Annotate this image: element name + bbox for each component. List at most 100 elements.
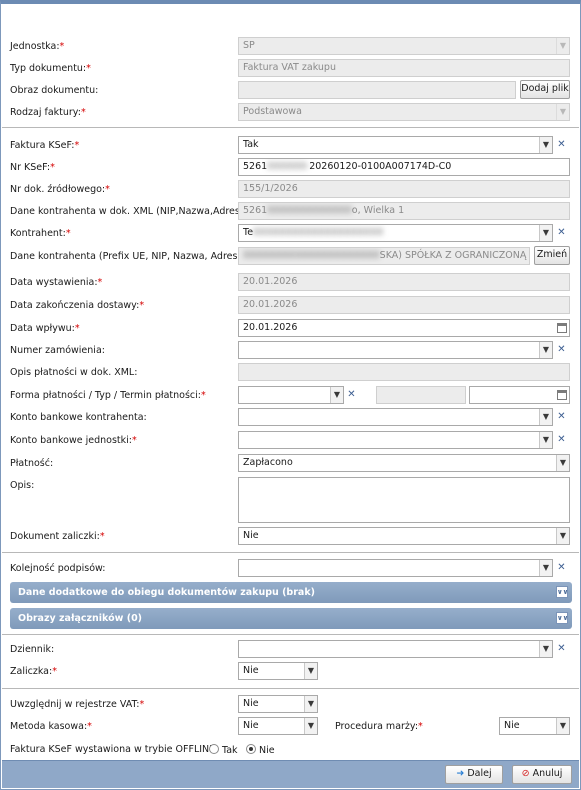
clear-x-icon[interactable]: ✕ [555,560,568,576]
radio-nie[interactable]: Nie [246,744,275,756]
rodzaj-faktury-value: Podstawowa [243,106,302,117]
row-rejestr-vat: Uwzględnij w rejestrze VAT:* Nie ▼ [10,695,572,715]
metoda-kasowa-label: Metoda kasowa: [10,721,88,732]
kolejnosc-podpisow-select[interactable]: ▼ [238,559,553,577]
required-mark: * [200,390,206,401]
forma-platnosci-label: Forma płatności / Typ / Termin płatności… [10,390,201,401]
row-dane-kontrahenta-xml: Dane kontrahenta w dok. XML (NIP,Nazwa,A… [10,202,572,222]
section-obrazy-zalacznikow[interactable]: Obrazy załączników (0) ∨∨ [10,608,572,629]
divider [2,127,579,128]
clear-x-icon[interactable]: ✕ [555,225,568,241]
procedura-marzy-value: Nie [504,720,520,731]
expand-chevron-icon[interactable]: ∨∨ [556,586,568,598]
offline-label: Faktura KSeF wystawiona w trybie OFFLINE… [10,744,219,755]
chevron-down-icon[interactable]: ▼ [304,663,317,679]
chevron-down-icon[interactable]: ▼ [539,409,552,425]
radio-tak[interactable]: Tak [209,744,238,756]
required-mark: * [50,162,55,173]
row-dane-kontrahenta-prefix: Dane kontrahenta (Prefix UE, NIP, Nazwa,… [10,246,572,267]
clear-x-icon[interactable]: ✕ [555,342,568,358]
clear-x-icon[interactable]: ✕ [555,432,568,448]
zaliczka-label: Zaliczka: [10,666,53,677]
required-mark: * [59,41,65,52]
dokument-zaliczki-select[interactable]: Nie ▼ [238,527,570,545]
required-mark: * [132,435,137,446]
dane-kontrahenta-prefix-label: Dane kontrahenta (Prefix UE, NIP, Nazwa,… [10,251,245,262]
clear-x-icon[interactable]: ✕ [555,137,568,153]
chevron-down-icon[interactable]: ▼ [304,718,317,734]
faktura-ksef-select[interactable]: Tak ▼ [238,136,553,154]
chevron-down-icon[interactable]: ▼ [539,432,552,448]
radio-tak-circle[interactable] [209,744,219,754]
chevron-down-icon[interactable]: ▼ [330,387,343,403]
platnosc-label: Płatność: [10,458,54,469]
chevron-down-icon[interactable]: ▼ [539,641,552,657]
row-konto-jednostki: Konto bankowe jednostki:* ▼ ✕ [10,431,572,451]
row-metoda-kasowa: Metoda kasowa:* Nie ▼ Procedura marży:* … [10,717,572,737]
anuluj-button[interactable]: ⊘ Anuluj [512,765,572,784]
konto-jednostki-select[interactable]: ▼ [238,431,553,449]
footer-bar: ➜ Dalej ⊘ Anuluj [2,760,579,788]
termin-platnosci-input[interactable] [469,386,570,404]
required-mark: * [105,184,110,195]
required-mark: * [74,323,80,334]
dalej-label: Dalej [467,768,492,779]
row-konto-kontrahenta: Konto bankowe kontrahenta: ▼ ✕ [10,408,572,428]
procedura-marzy-select[interactable]: Nie ▼ [499,717,570,735]
data-wplywu-input[interactable]: 20.01.2026 [238,319,570,337]
row-data-wystawienia: Data wystawienia:* 20.01.2026 [10,273,572,293]
calendar-icon[interactable] [557,390,567,400]
zaliczka-select[interactable]: Nie ▼ [238,662,318,680]
clear-x-icon[interactable]: ✕ [555,409,568,425]
anuluj-label: Anuluj [532,768,563,779]
rejestr-vat-select[interactable]: Nie ▼ [238,695,318,713]
opis-textarea[interactable] [238,477,570,523]
row-nr-dok-zrodlowego: Nr dok. źródłowego:* 155/1/2026 [10,180,572,200]
calendar-icon[interactable] [557,323,567,333]
data-zakonczenia-dostawy-field: 20.01.2026 [238,296,570,314]
clear-x-icon[interactable]: ✕ [345,387,358,403]
rodzaj-faktury-select: Podstawowa ▼ [238,103,570,121]
kontrahent-value: Te [243,227,254,238]
nr-ksef-input[interactable]: 5261XXXXXX-20260120-0100A007174D-C0 [238,158,570,176]
metoda-kasowa-select[interactable]: Nie ▼ [238,717,318,735]
kontrahent-select[interactable]: TeXXXXXXXXXXXXXXXXXXXX ▼ [238,224,553,242]
required-mark: * [139,300,145,311]
required-mark: * [99,531,105,542]
section-dane-dodatkowe[interactable]: Dane dodatkowe do obiegu dokumentów zaku… [10,582,572,603]
radio-nie-circle[interactable] [246,744,256,754]
row-forma-platnosci: Forma płatności / Typ / Termin płatności… [10,386,572,406]
expand-chevron-icon[interactable]: ∨∨ [556,612,568,624]
typ-dokumentu-field: Faktura VAT zakupu [238,59,570,77]
forma-platnosci-select[interactable]: ▼ [238,386,344,404]
dalej-button[interactable]: ➜ Dalej [445,765,503,784]
chevron-down-icon[interactable]: ▼ [539,342,552,358]
required-mark: * [80,107,86,118]
platnosc-select[interactable]: Zapłacono ▼ [238,454,570,472]
konto-kontrahenta-select[interactable]: ▼ [238,408,553,426]
obraz-dokumentu-field [238,81,516,99]
chevron-down-icon[interactable]: ▼ [539,137,552,153]
row-data-wplywu: Data wpływu:* 20.01.2026 [10,319,572,339]
metoda-kasowa-value: Nie [243,720,259,731]
opis-label: Opis: [10,480,35,491]
dziennik-select[interactable]: ▼ [238,640,553,658]
clear-x-icon[interactable]: ✕ [555,641,568,657]
chevron-down-icon[interactable]: ▼ [556,455,569,471]
chevron-down-icon[interactable]: ▼ [539,225,552,241]
numer-zamowienia-select[interactable]: ▼ [238,341,553,359]
row-platnosc: Płatność: Zapłacono ▼ [10,454,572,474]
dodaj-plik-button[interactable]: Dodaj plik [520,80,570,99]
chevron-down-icon[interactable]: ▼ [556,528,569,544]
dane-kontrahenta-xml-suffix: o, Wielka 1 [351,205,405,216]
chevron-down-icon[interactable]: ▼ [539,560,552,576]
chevron-down-icon[interactable]: ▼ [556,718,569,734]
row-opis: Opis: [10,477,572,523]
chevron-down-icon[interactable]: ▼ [304,696,317,712]
zmien-button[interactable]: Zmień [534,246,570,265]
jednostka-label: Jednostka: [10,41,60,52]
konto-kontrahenta-label: Konto bankowe kontrahenta: [10,412,147,423]
row-obraz-dokumentu: Obraz dokumentu: Dodaj plik [10,80,572,101]
chevron-down-icon: ▼ [556,104,569,120]
data-wplywu-label: Data wpływu: [10,323,75,334]
